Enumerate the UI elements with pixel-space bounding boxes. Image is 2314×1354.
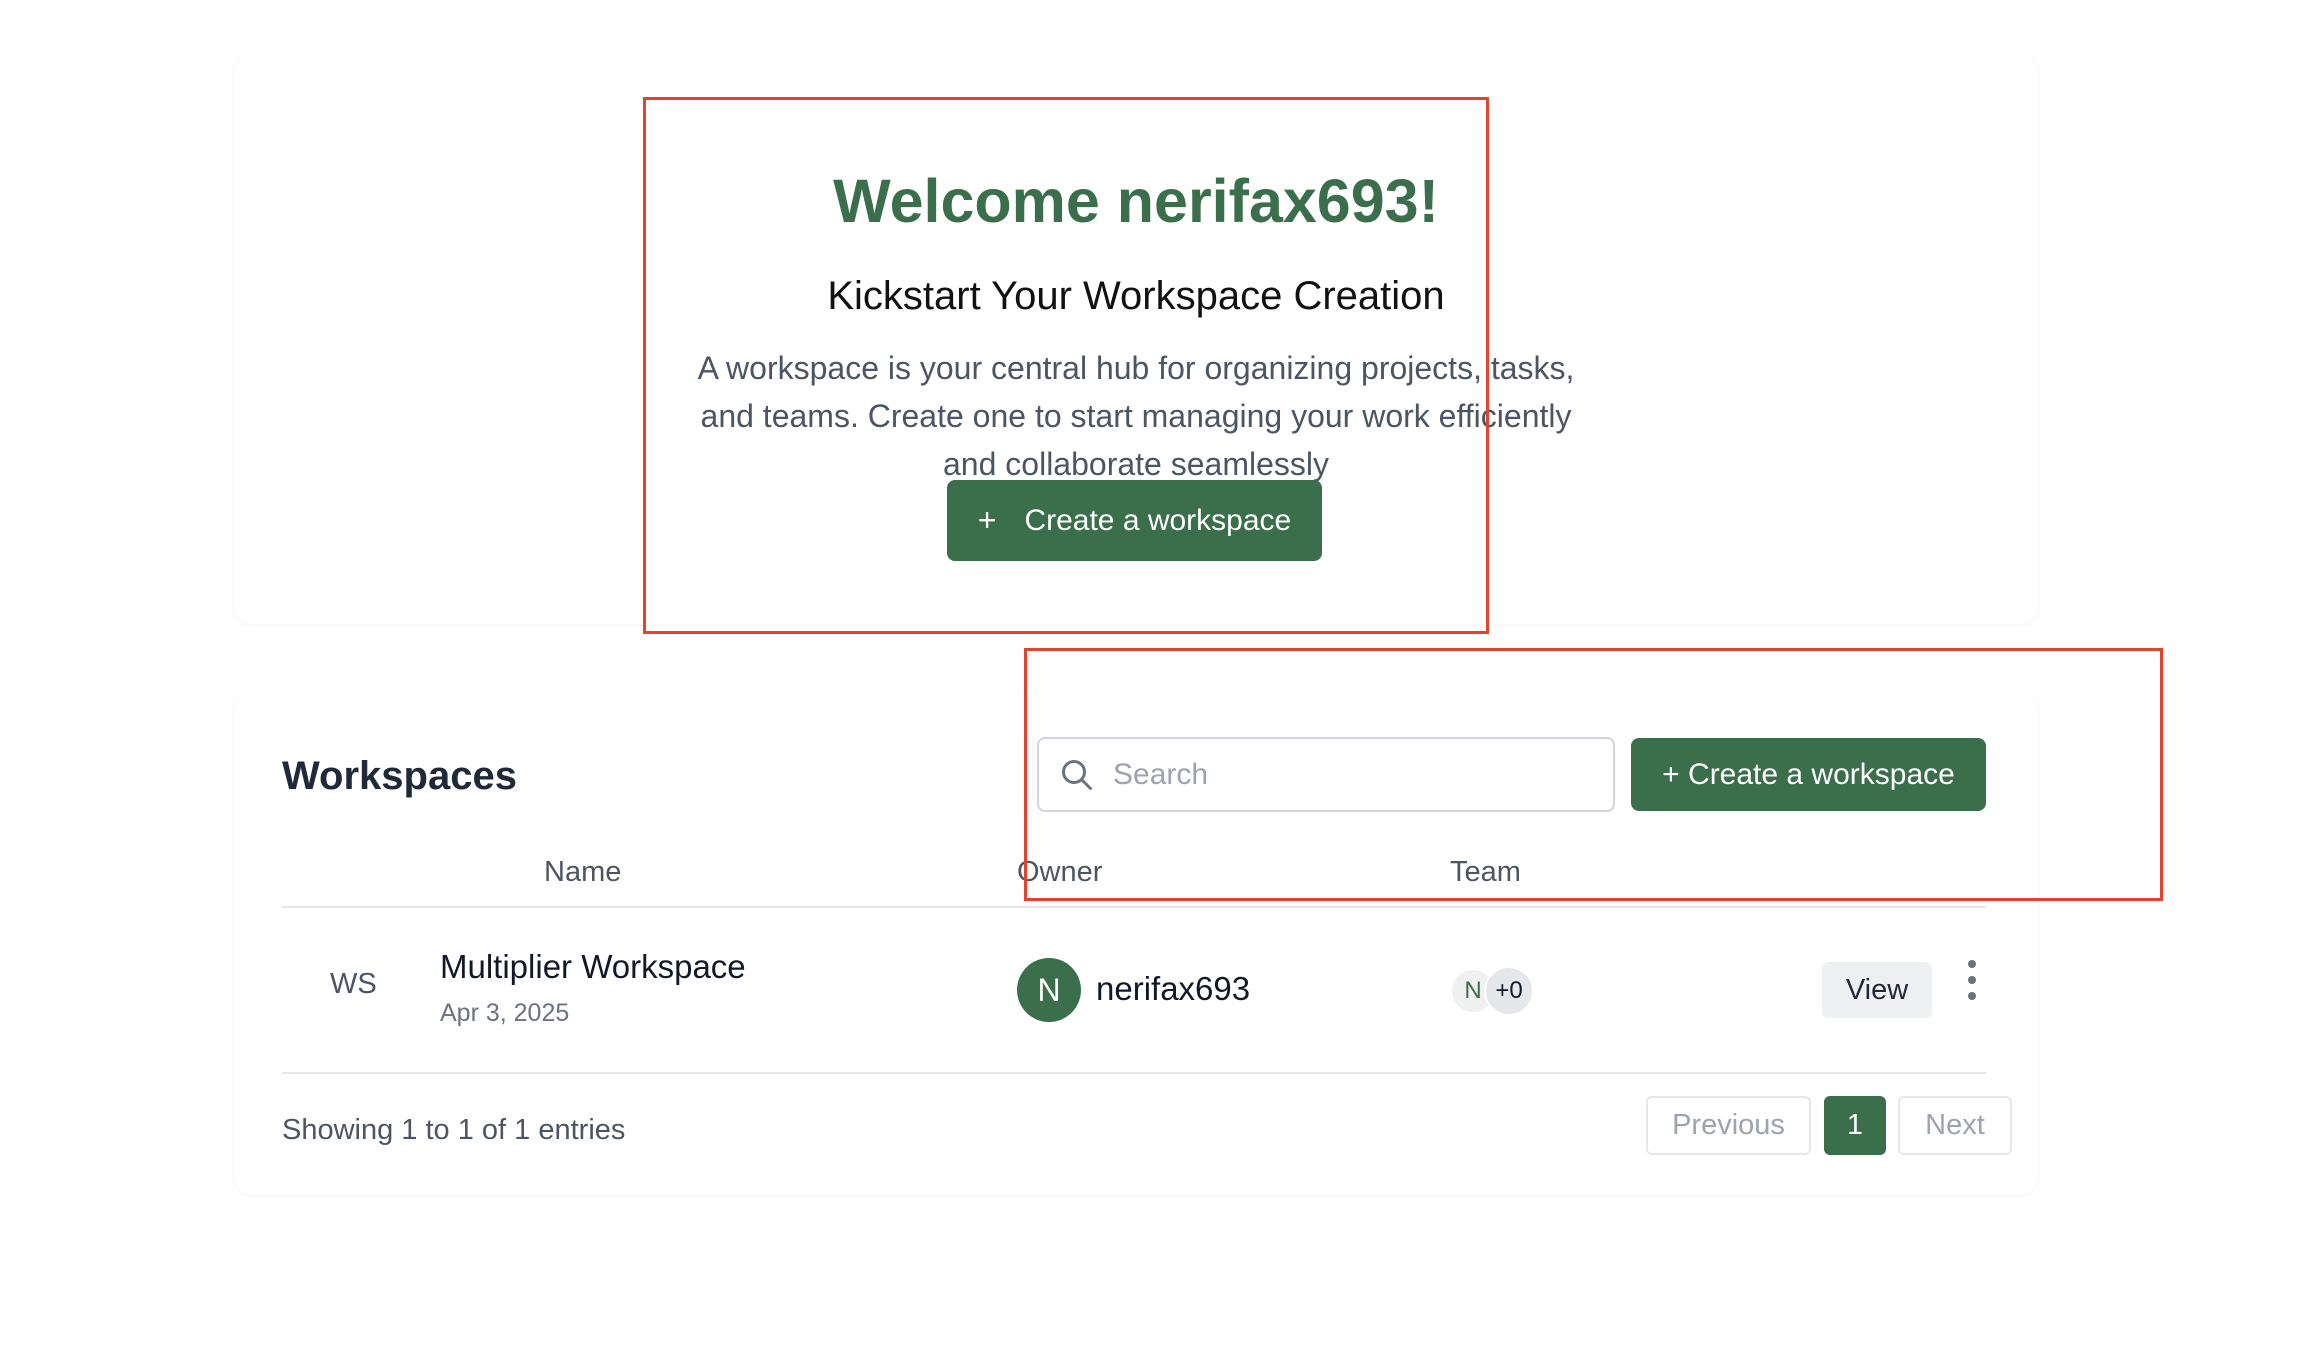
more-options-icon[interactable] xyxy=(1962,960,1982,1000)
page-1-button[interactable]: 1 xyxy=(1824,1096,1886,1155)
create-workspace-button[interactable]: + Create a workspace xyxy=(1631,738,1986,811)
search-input[interactable] xyxy=(1113,757,1573,792)
search-field[interactable] xyxy=(1037,737,1615,812)
view-button[interactable]: View xyxy=(1822,962,1932,1018)
workspace-abbreviation: WS xyxy=(330,968,377,1000)
welcome-title: Welcome nerifax693! xyxy=(833,167,1439,235)
previous-page-button[interactable]: Previous xyxy=(1646,1096,1811,1155)
workspace-name: Multiplier Workspace xyxy=(440,948,746,985)
search-icon xyxy=(1062,759,1092,790)
hero-create-workspace-button[interactable]: + Create a workspace xyxy=(947,480,1322,561)
column-header-owner: Owner xyxy=(1017,856,1103,888)
owner-name: nerifax693 xyxy=(1096,970,1251,1007)
entries-summary: Showing 1 to 1 of 1 entries xyxy=(282,1114,626,1146)
welcome-description: A workspace is your central hub for orga… xyxy=(697,350,1575,482)
column-header-team: Team xyxy=(1450,856,1521,888)
team-more-badge: +0 xyxy=(1484,966,1534,1016)
next-page-button[interactable]: Next xyxy=(1898,1096,2012,1155)
plus-icon: + xyxy=(977,502,997,538)
column-header-name: Name xyxy=(544,856,622,888)
owner-avatar: N xyxy=(1017,958,1081,1022)
workspaces-title: Workspaces xyxy=(282,754,517,798)
table-row[interactable]: WS Multiplier Workspace Apr 3, 2025 N ne… xyxy=(282,908,1986,1074)
welcome-card: Welcome nerifax693! Kickstart Your Works… xyxy=(234,54,2038,624)
welcome-subtitle: Kickstart Your Workspace Creation xyxy=(827,274,1445,318)
page: Welcome nerifax693! Kickstart Your Works… xyxy=(0,0,2314,1354)
workspace-date: Apr 3, 2025 xyxy=(440,999,570,1027)
hero-create-workspace-label: Create a workspace xyxy=(1024,503,1292,537)
workspaces-card: Workspaces + Create a workspace Name Own… xyxy=(234,690,2038,1195)
